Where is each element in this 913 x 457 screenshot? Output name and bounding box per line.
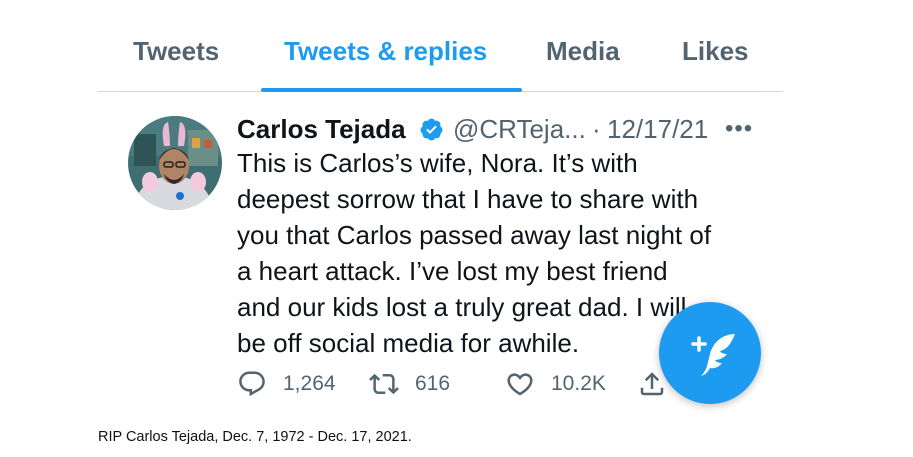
retweet-count: 616	[415, 372, 451, 395]
reply-count: 1,264	[283, 372, 336, 395]
reply-button[interactable]: 1,264	[237, 366, 336, 402]
author-handle[interactable]: @CRTeja...	[453, 111, 586, 147]
avatar[interactable]	[128, 116, 222, 210]
tweet-text-line: you that Carlos passed away last night o…	[237, 220, 712, 250]
reply-icon	[239, 371, 265, 397]
compose-tweet-icon	[691, 334, 735, 376]
image-caption: RIP Carlos Tejada, Dec. 7, 1972 - Dec. 1…	[98, 429, 412, 445]
tweet-actions: 1,264 616 10.2K	[237, 366, 677, 402]
compose-tweet-button[interactable]	[659, 302, 761, 404]
tab-tweets[interactable]: Tweets	[133, 22, 219, 91]
tab-likes[interactable]: Likes	[682, 22, 749, 91]
tab-media[interactable]: Media	[546, 22, 620, 91]
active-tab-indicator	[261, 88, 522, 92]
retweet-icon	[369, 373, 399, 395]
heart-icon	[507, 373, 533, 396]
tab-tweets-and-replies[interactable]: Tweets & replies	[284, 22, 487, 91]
tweet-text-line: deepest sorrow that I have to share with	[237, 184, 699, 214]
tweet-text-line: a heart attack. I’ve lost my best friend	[237, 256, 668, 286]
author-name[interactable]: Carlos Tejada	[237, 111, 406, 147]
verified-badge-icon	[420, 118, 443, 141]
more-options-button[interactable]: •••	[725, 111, 753, 147]
profile-tabs: Tweets Tweets & replies Media Likes	[98, 22, 783, 92]
retweet-button[interactable]: 616	[369, 366, 450, 402]
tweet-date[interactable]: 12/17/21	[607, 111, 708, 147]
like-count: 10.2K	[551, 372, 606, 395]
like-button[interactable]: 10.2K	[505, 366, 606, 402]
header-separator: ·	[592, 114, 601, 144]
tweet-text-line: This is Carlos’s wife, Nora. It’s with	[237, 148, 638, 178]
